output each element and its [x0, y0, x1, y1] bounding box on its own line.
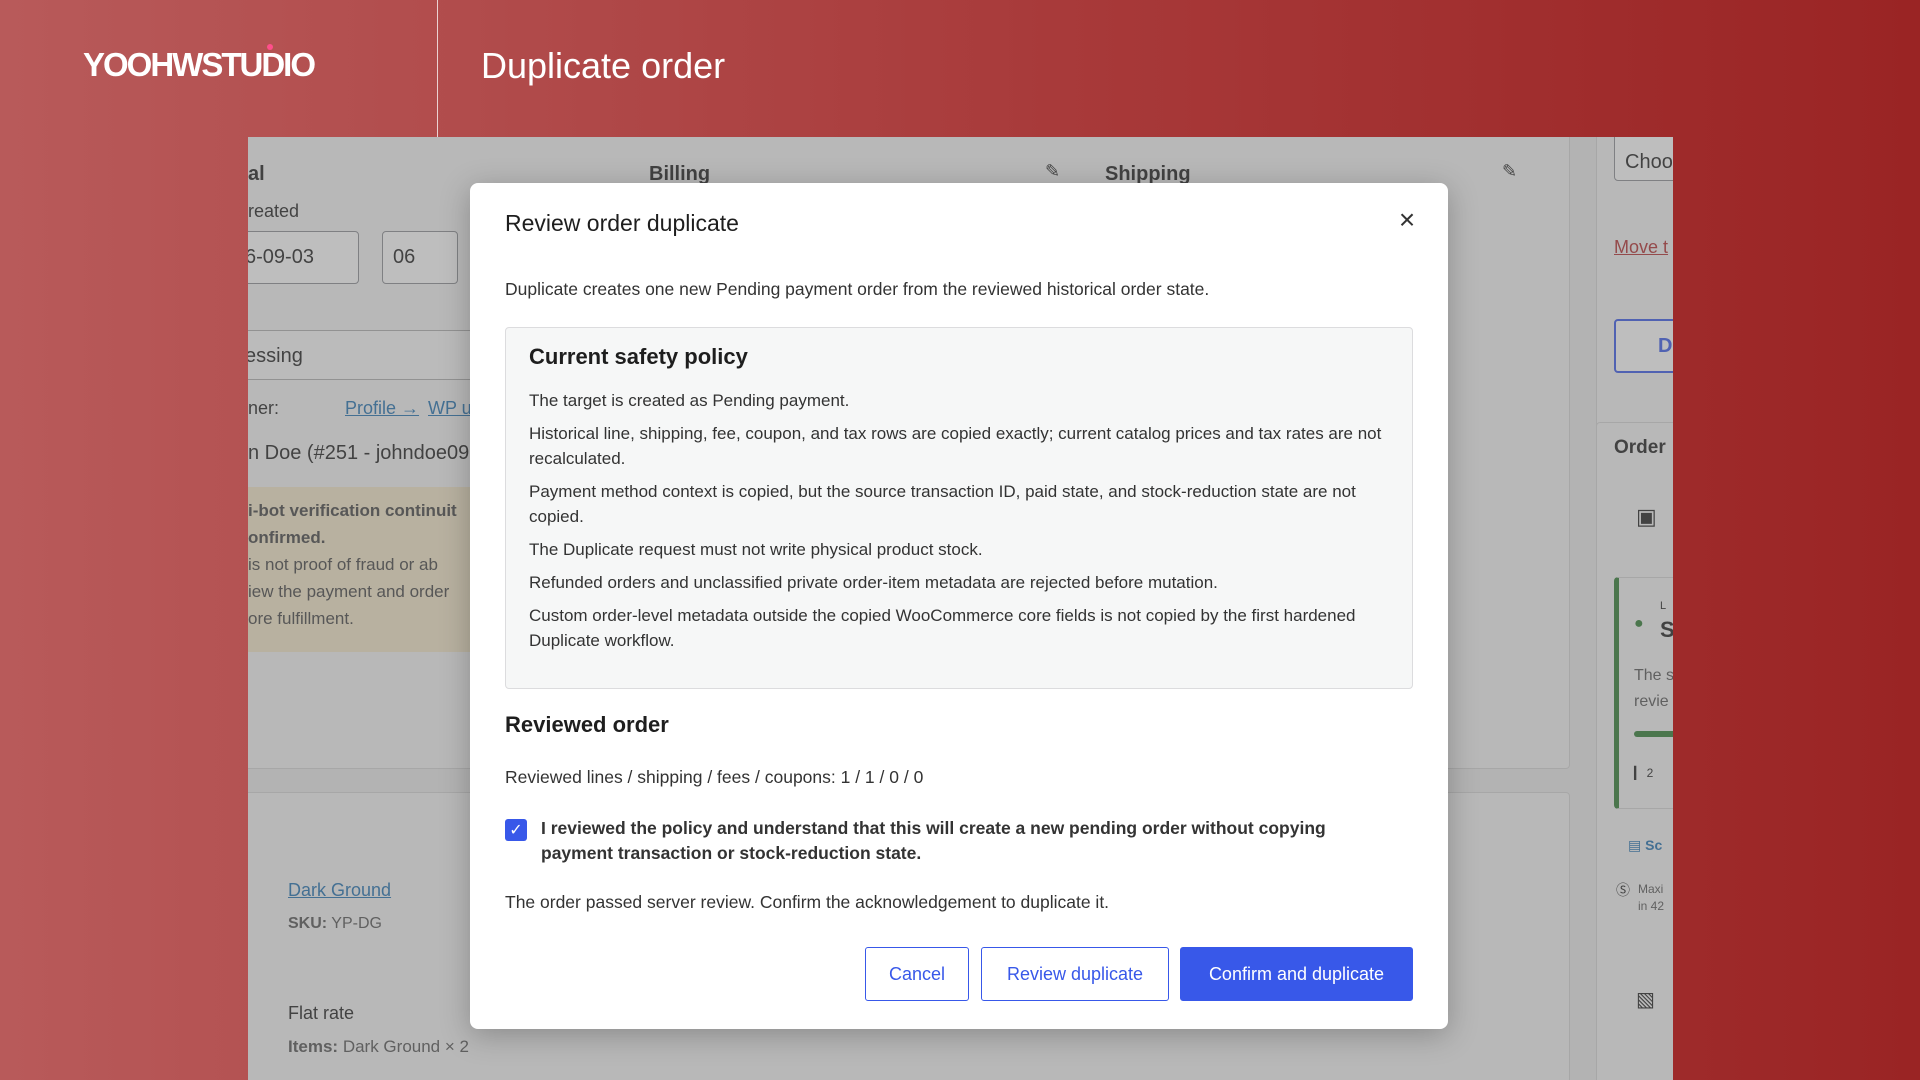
- policy-list: The target is created as Pending payment…: [529, 388, 1389, 653]
- policy-item: Custom order-level metadata outside the …: [529, 606, 1356, 650]
- reviewed-counts: Reviewed lines / shipping / fees / coupo…: [505, 767, 924, 787]
- header-divider: [437, 0, 438, 137]
- close-icon[interactable]: ×: [1390, 203, 1424, 237]
- confirm-and-duplicate-button[interactable]: Confirm and duplicate: [1180, 947, 1413, 1001]
- policy-heading: Current safety policy: [529, 344, 748, 369]
- safety-policy-box: Current safety policy The target is crea…: [505, 327, 1413, 689]
- policy-item: The Duplicate request must not write phy…: [529, 540, 983, 559]
- acknowledgement-row: ✓ I reviewed the policy and understand t…: [505, 816, 1385, 866]
- review-duplicate-button[interactable]: Review duplicate: [981, 947, 1169, 1001]
- dialog-title: Review order duplicate: [505, 210, 739, 236]
- review-status-message: The order passed server review. Confirm …: [505, 892, 1110, 912]
- brand-logo-text: YOOHWSTUDIO: [83, 46, 316, 83]
- brand-logo: YOOHWSTUDIO: [83, 44, 316, 84]
- policy-item: Payment method context is copied, but th…: [529, 482, 1356, 526]
- brand-logo-dot: [267, 44, 273, 50]
- dialog-intro: Duplicate creates one new Pending paymen…: [505, 279, 1210, 299]
- review-duplicate-dialog: Review order duplicate × Duplicate creat…: [470, 183, 1448, 1029]
- reviewed-order-heading: Reviewed order: [505, 712, 669, 737]
- acknowledgement-label[interactable]: I reviewed the policy and understand tha…: [541, 816, 1385, 866]
- policy-item: The target is created as Pending payment…: [529, 391, 850, 410]
- cancel-button[interactable]: Cancel: [865, 947, 969, 1001]
- policy-item: Historical line, shipping, fee, coupon, …: [529, 424, 1382, 468]
- policy-item: Refunded orders and unclassified private…: [529, 573, 1218, 592]
- checkmark-icon: ✓: [509, 822, 523, 839]
- acknowledgement-checkbox[interactable]: ✓: [505, 819, 527, 841]
- page-title: Duplicate order: [481, 45, 726, 86]
